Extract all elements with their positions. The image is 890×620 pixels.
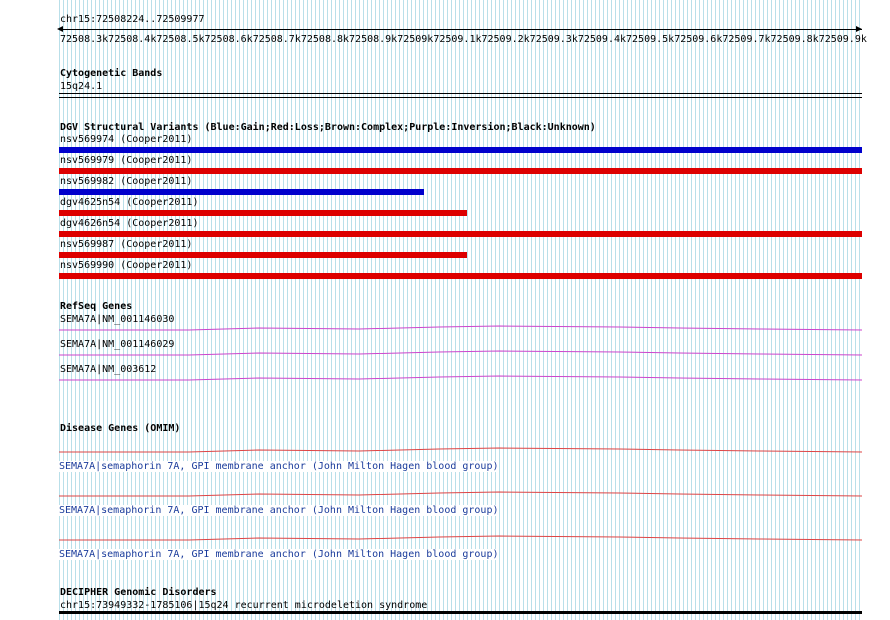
cytoband-label: 15q24.1 bbox=[60, 81, 103, 92]
ruler-tick-label: 72509.4k bbox=[577, 34, 627, 45]
ruler-tick-label: 72509.9k bbox=[818, 34, 867, 45]
ruler-tick-label: 72509.6k bbox=[674, 34, 723, 45]
ruler-tick-label: 72508.5k bbox=[156, 34, 205, 45]
ruler-tick-label: 72509.2k bbox=[481, 34, 530, 45]
dgv-variant-bar[interactable] bbox=[59, 168, 862, 174]
dgv-variant-label[interactable]: nsv569974 (Cooper2011) bbox=[60, 134, 192, 145]
refseq-track-title: RefSeq Genes bbox=[60, 301, 133, 312]
omim-gene-feature[interactable] bbox=[59, 491, 862, 497]
scroll-right-arrow-icon[interactable] bbox=[856, 26, 862, 32]
ruler-tick-label: 72508.4k bbox=[108, 34, 157, 45]
ruler-tick-labels: 72508.3k 72508.4k 72508.5k 72508.6k 72508.7k… bbox=[60, 34, 867, 45]
dgv-variant-label[interactable]: nsv569982 (Cooper2011) bbox=[60, 176, 192, 187]
omim-gene-label[interactable]: SEMA7A|semaphorin 7A, GPI membrane ancho… bbox=[59, 549, 499, 560]
omim-track-title: Disease Genes (OMIM) bbox=[60, 423, 181, 434]
ruler-tick-label: 72508.9k bbox=[349, 34, 398, 45]
ruler-axis[interactable] bbox=[59, 29, 862, 30]
ruler-tick-label: 72508.3k bbox=[60, 34, 109, 45]
omim-gene-label[interactable]: SEMA7A|semaphorin 7A, GPI membrane ancho… bbox=[59, 505, 499, 516]
dgv-variant-bar[interactable] bbox=[59, 273, 862, 279]
cytoband-line-bottom bbox=[59, 97, 862, 98]
dgv-variant-bar[interactable] bbox=[59, 231, 862, 237]
ruler-tick-label: 72509.5k bbox=[626, 34, 675, 45]
ruler-location: chr15:72508224..72509977 bbox=[60, 14, 205, 25]
omim-gene-feature[interactable] bbox=[59, 447, 862, 453]
ruler-tick-label: 72509.3k bbox=[529, 34, 578, 45]
ruler-tick-label: 72508.8k bbox=[300, 34, 350, 45]
decipher-track-title: DECIPHER Genomic Disorders bbox=[60, 587, 217, 598]
refseq-gene-label[interactable]: SEMA7A|NM_003612 bbox=[60, 364, 156, 375]
dgv-variant-bar[interactable] bbox=[59, 252, 467, 258]
omim-gene-label[interactable]: SEMA7A|semaphorin 7A, GPI membrane ancho… bbox=[59, 461, 499, 472]
ruler-tick-label: 72509.1k bbox=[433, 34, 482, 45]
ruler-tick-label: 72509k bbox=[397, 34, 434, 45]
ruler-tick-label: 72509.7k bbox=[722, 34, 771, 45]
dgv-variant-label[interactable]: nsv569987 (Cooper2011) bbox=[60, 239, 192, 250]
omim-gene-feature[interactable] bbox=[59, 535, 862, 541]
refseq-gene-feature[interactable] bbox=[59, 375, 862, 381]
cytoband-line-top[interactable] bbox=[59, 93, 862, 94]
decipher-entry-label[interactable]: chr15:73949332-1785106|15q24 recurrent m… bbox=[60, 600, 427, 611]
ruler-tick-label: 72509.8k bbox=[770, 34, 819, 45]
dgv-track-title: DGV Structural Variants (Blue:Gain;Red:L… bbox=[60, 122, 596, 133]
refseq-gene-feature[interactable] bbox=[59, 325, 862, 331]
dgv-variant-label[interactable]: dgv4626n54 (Cooper2011) bbox=[60, 218, 198, 229]
dgv-variant-label[interactable]: dgv4625n54 (Cooper2011) bbox=[60, 197, 198, 208]
refseq-gene-label[interactable]: SEMA7A|NM_001146029 bbox=[60, 339, 174, 350]
scroll-left-arrow-icon[interactable] bbox=[57, 26, 63, 32]
ruler-tick-label: 72508.6k bbox=[204, 34, 253, 45]
refseq-gene-feature[interactable] bbox=[59, 350, 862, 356]
dgv-variant-label[interactable]: nsv569990 (Cooper2011) bbox=[60, 260, 192, 271]
dgv-variant-bar[interactable] bbox=[59, 189, 424, 195]
dgv-variant-bar[interactable] bbox=[59, 147, 862, 153]
dgv-variant-bar[interactable] bbox=[59, 210, 467, 216]
cytoband-track-title: Cytogenetic Bands bbox=[60, 68, 163, 79]
decipher-feature-bar[interactable] bbox=[59, 611, 862, 614]
ruler-tick-label: 72508.7k bbox=[252, 34, 301, 45]
refseq-gene-label[interactable]: SEMA7A|NM_001146030 bbox=[60, 314, 174, 325]
dgv-variant-label[interactable]: nsv569979 (Cooper2011) bbox=[60, 155, 192, 166]
